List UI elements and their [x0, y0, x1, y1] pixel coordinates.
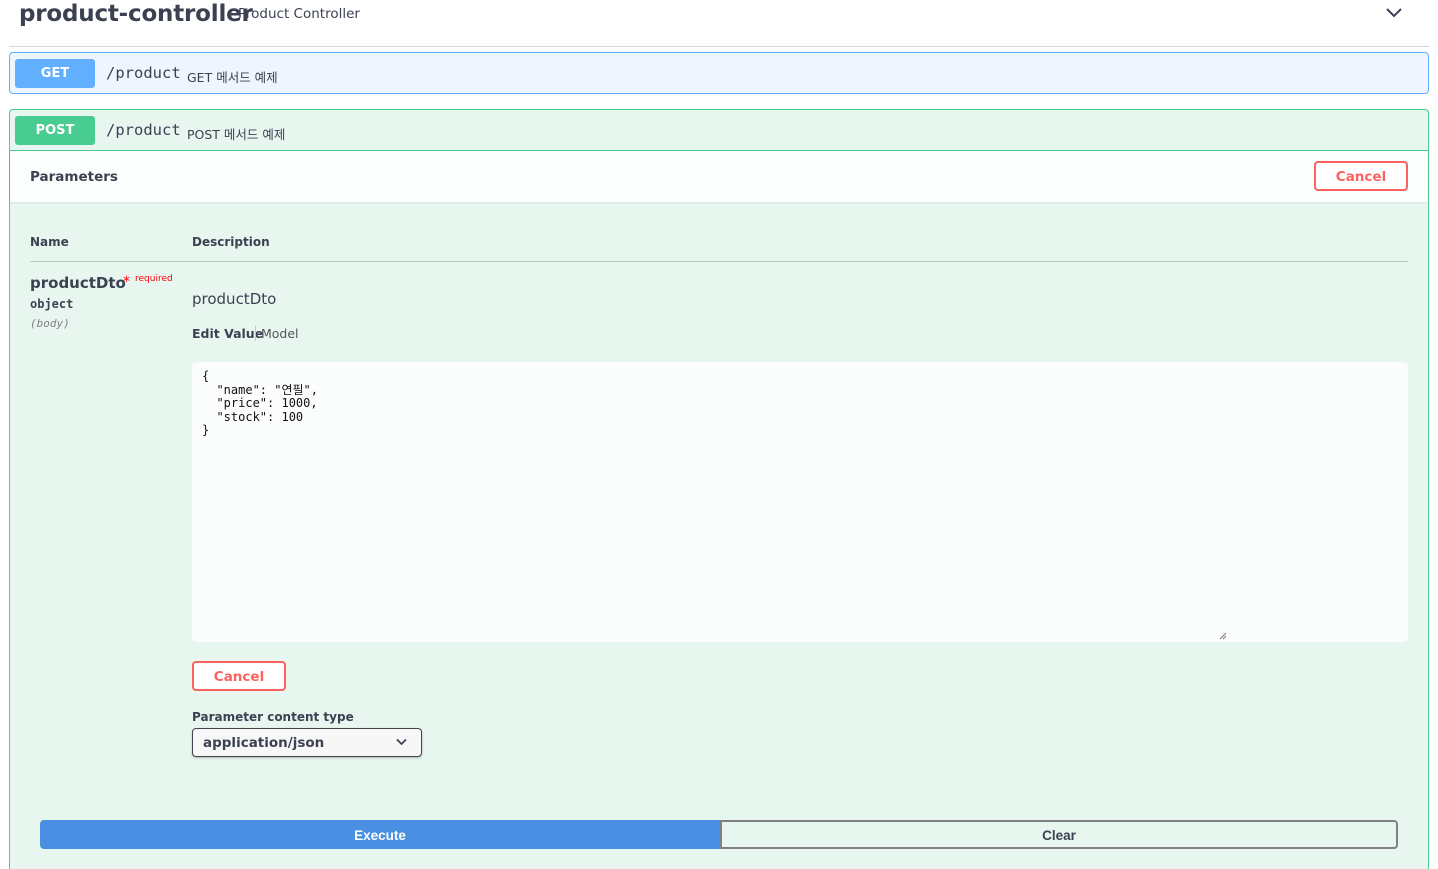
get-path: /product [106, 64, 181, 82]
column-header-description: Description [192, 235, 270, 249]
resize-grip-icon[interactable] [1219, 632, 1227, 640]
clear-button[interactable]: Clear [720, 820, 1398, 849]
tab-model[interactable]: Model [261, 326, 299, 341]
required-marker: * [123, 274, 130, 290]
param-type: object [30, 297, 74, 311]
table-header-divider [30, 261, 1408, 262]
chevron-down-icon[interactable] [1385, 6, 1403, 20]
get-summary: GET 메서드 예제 [187, 70, 278, 85]
param-name: productDto [30, 274, 126, 292]
required-label: required [135, 274, 173, 284]
content-type-select[interactable]: application/json [192, 728, 422, 757]
post-method-badge[interactable]: POST [15, 116, 95, 145]
content-type-value: application/json [203, 735, 325, 751]
execute-button[interactable]: Execute [40, 820, 720, 849]
try-out-cancel-button[interactable]: Cancel [1314, 161, 1408, 191]
tag-title[interactable]: product-controller [19, 1, 253, 27]
opblock-get-product[interactable]: GET /product GET 메서드 예제 [9, 52, 1429, 94]
column-header-name: Name [30, 235, 69, 249]
parameters-title: Parameters [30, 169, 118, 185]
parameters-header: Parameters Cancel [10, 151, 1428, 202]
tab-separator [255, 326, 256, 341]
opblock-post-product: POST /product POST 메서드 예제 Parameters Can… [9, 109, 1429, 869]
post-summary: POST 메서드 예제 [187, 127, 286, 142]
tag-description: Product Controller [238, 6, 360, 22]
content-type-label: Parameter content type [192, 710, 354, 724]
get-method-badge: GET [15, 59, 95, 88]
body-cancel-button[interactable]: Cancel [192, 661, 286, 691]
chevron-down-icon [396, 738, 407, 746]
request-body-textarea[interactable]: { "name": "연필", "price": 1000, "stock": … [192, 362, 1408, 642]
tab-edit-value[interactable]: Edit Value [192, 326, 263, 341]
tag-header[interactable]: product-controller Product Controller [9, 0, 1429, 47]
post-path[interactable]: /product [106, 121, 181, 139]
param-description: productDto [192, 290, 277, 308]
param-location: (body) [30, 317, 70, 330]
